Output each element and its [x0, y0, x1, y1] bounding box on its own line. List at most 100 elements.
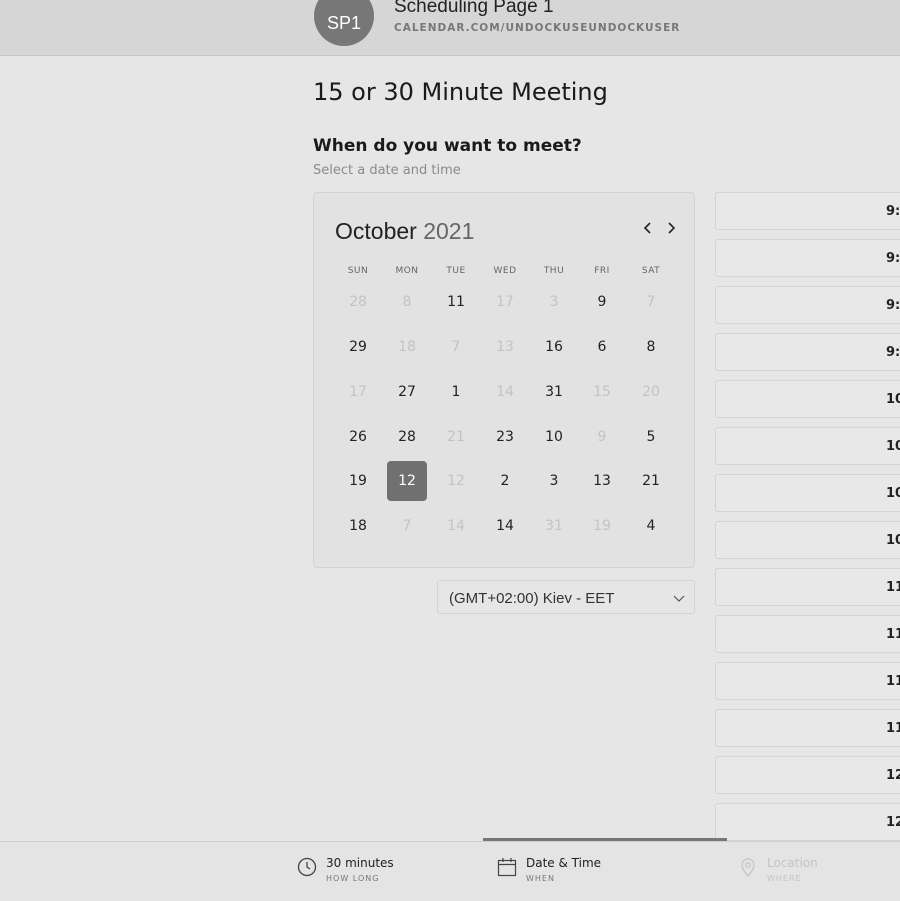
- weekday-label: FRI: [594, 266, 610, 276]
- day-cell[interactable]: 11: [436, 282, 476, 322]
- month-year-label: October 2021: [335, 218, 474, 245]
- step-duration-label: 30 minutes: [326, 856, 394, 870]
- time-slot-label: 11:: [886, 721, 900, 736]
- weekday-label: WED: [493, 266, 517, 276]
- day-cell[interactable]: 21: [631, 461, 671, 501]
- day-cell[interactable]: 16: [534, 327, 574, 367]
- day-cell[interactable]: 14: [485, 506, 525, 546]
- day-cell[interactable]: 18: [338, 506, 378, 546]
- next-month-button[interactable]: [666, 221, 676, 239]
- day-cell[interactable]: 27: [387, 372, 427, 412]
- time-slot-button[interactable]: 9:4: [715, 333, 900, 371]
- weekday-label: MON: [395, 266, 419, 276]
- day-cell: 31: [545, 518, 563, 534]
- time-slot-button[interactable]: 9:: [715, 192, 900, 230]
- time-slot-label: 11:: [886, 580, 900, 595]
- weekday-label: TUE: [446, 266, 466, 276]
- time-slot-label: 9:3: [886, 298, 900, 313]
- day-cell: 7: [646, 294, 656, 310]
- time-slot-label: 10:: [886, 533, 900, 548]
- day-cell: 9: [597, 429, 607, 445]
- time-slot-button[interactable]: 11:: [715, 709, 900, 747]
- time-slot-label: 10:: [886, 486, 900, 501]
- time-slot-button[interactable]: 11:: [715, 615, 900, 653]
- header-bar: SP1 Scheduling Page 1 CALENDAR.COM/UNDOC…: [0, 0, 900, 56]
- avatar: SP1: [314, 0, 374, 46]
- time-slot-button[interactable]: 12:: [715, 756, 900, 794]
- chevron-left-icon: [643, 222, 651, 234]
- day-cell[interactable]: 29: [338, 327, 378, 367]
- time-slot-button[interactable]: 10:: [715, 521, 900, 559]
- year-label: 2021: [423, 218, 475, 244]
- day-cell[interactable]: 4: [631, 506, 671, 546]
- time-slot-label: 9:: [886, 251, 900, 266]
- time-slot-button[interactable]: 9:3: [715, 286, 900, 324]
- scheduling-page-name: Scheduling Page 1: [394, 0, 554, 17]
- scheduling-page-url[interactable]: CALENDAR.COM/UNDOCKUSEUNDOCKUSER: [394, 22, 680, 34]
- step-date-time-label: Date & Time: [526, 856, 602, 870]
- day-cell[interactable]: 28: [387, 417, 427, 457]
- day-cell[interactable]: 26: [338, 417, 378, 457]
- chevron-down-icon: [672, 587, 686, 608]
- weekday-label: SAT: [641, 266, 661, 276]
- day-cell: 8: [402, 294, 412, 310]
- time-slot-button[interactable]: 10:: [715, 427, 900, 465]
- timezone-value: (GMT+02:00) Kiev - EET: [449, 590, 615, 607]
- step-location-sub: WHERE: [767, 874, 802, 883]
- day-cell[interactable]: 9: [582, 282, 622, 322]
- day-cell: 14: [447, 518, 465, 534]
- day-cell[interactable]: 1: [436, 372, 476, 412]
- time-slot-button[interactable]: 9:: [715, 239, 900, 277]
- day-cell: 14: [496, 384, 514, 400]
- day-cell: 20: [642, 384, 660, 400]
- time-slot-label: 10:: [886, 392, 900, 407]
- time-slot-label: 9:4: [886, 345, 900, 360]
- time-slot-button[interactable]: 10:: [715, 474, 900, 512]
- day-cell[interactable]: 6: [582, 327, 622, 367]
- day-cell: 19: [593, 518, 611, 534]
- day-cell[interactable]: 3: [534, 461, 574, 501]
- day-cell: 21: [447, 429, 465, 445]
- day-cell[interactable]: 8: [631, 327, 671, 367]
- time-slot-label: 11:: [886, 674, 900, 689]
- previous-month-button[interactable]: [643, 221, 653, 239]
- step-date-time-sub: WHEN: [526, 874, 555, 883]
- time-slot-label: 11:: [886, 627, 900, 642]
- chevron-right-icon: [668, 222, 676, 234]
- section-heading: When do you want to meet?: [313, 136, 582, 156]
- day-cell: 12: [447, 473, 465, 489]
- time-slot-button[interactable]: 10:: [715, 380, 900, 418]
- selected-day-cell[interactable]: 12: [387, 461, 427, 501]
- section-hint: Select a date and time: [313, 163, 461, 178]
- day-cell[interactable]: 5: [631, 417, 671, 457]
- day-cell[interactable]: 13: [582, 461, 622, 501]
- day-cell[interactable]: 2: [485, 461, 525, 501]
- day-cell[interactable]: 10: [534, 417, 574, 457]
- timezone-select[interactable]: (GMT+02:00) Kiev - EET: [437, 580, 695, 614]
- clock-icon: [297, 857, 317, 877]
- calendar-icon: [497, 858, 517, 877]
- day-cell: 17: [496, 294, 514, 310]
- step-duration-sub: HOW LONG: [326, 874, 380, 883]
- day-cell[interactable]: 19: [338, 461, 378, 501]
- time-slot-button[interactable]: 11:: [715, 662, 900, 700]
- weekday-label: THU: [543, 266, 565, 276]
- day-cell: 3: [549, 294, 559, 310]
- day-cell[interactable]: 31: [534, 372, 574, 412]
- time-slot-button[interactable]: 11:: [715, 568, 900, 606]
- day-cell: 18: [398, 339, 416, 355]
- day-cell[interactable]: 23: [485, 417, 525, 457]
- month-label: October: [335, 218, 417, 244]
- time-slot-label: 12:: [886, 768, 900, 783]
- day-cell: 13: [496, 339, 514, 355]
- day-cell: 28: [349, 294, 367, 310]
- day-cell: 15: [593, 384, 611, 400]
- weekday-label: SUN: [347, 266, 369, 276]
- time-slot-button[interactable]: 12:: [715, 803, 900, 841]
- time-slot-label: 12:: [886, 815, 900, 830]
- day-cell: 7: [402, 518, 412, 534]
- page-title: 15 or 30 Minute Meeting: [313, 78, 608, 106]
- location-pin-icon: [741, 858, 755, 877]
- booking-steps-bar: 30 minutes HOW LONG Date & Time WHEN Loc…: [0, 841, 900, 901]
- time-slot-label: 9:: [886, 204, 900, 219]
